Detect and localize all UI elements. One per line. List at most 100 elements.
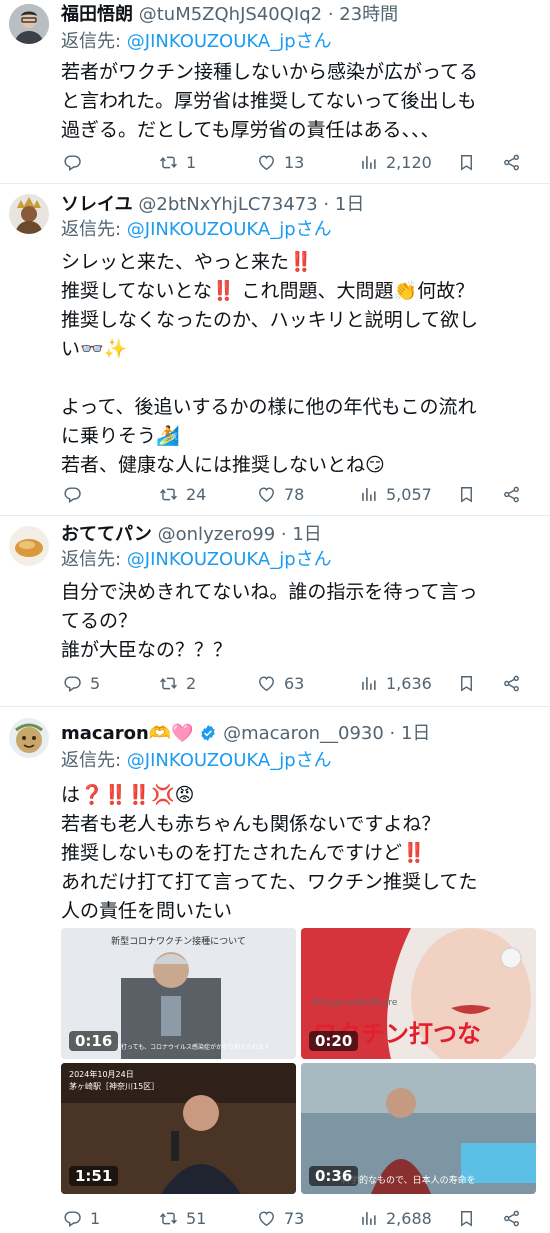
video-thumbnail[interactable]: 新型コロナワクチン接種について ワクチンを2回打っても、コロナウイルス感染症がか… xyxy=(61,928,296,1059)
views-icon xyxy=(359,485,378,504)
reply-icon xyxy=(63,153,82,172)
text-line: あれだけ打て打て言ってた、ワクチン推奨してた xyxy=(61,871,478,893)
reply-mention[interactable]: @JINKOUZOUKA_jpさん xyxy=(127,549,332,570)
reply-mention[interactable]: @JINKOUZOUKA_jpさん xyxy=(127,750,332,771)
share-button[interactable] xyxy=(502,147,521,177)
views-count: 2,688 xyxy=(386,1208,432,1228)
share-icon xyxy=(502,153,521,172)
timestamp[interactable]: 1日 xyxy=(292,524,321,545)
text-line: に乗りそう🏄 xyxy=(61,425,180,447)
tweet[interactable]: おててパン @onlyzero99 · 1日 返信先: @JINKOUZOUKA… xyxy=(0,516,550,706)
avatar[interactable] xyxy=(9,526,49,566)
action-bar: 5 2 63 1,636 xyxy=(61,668,531,698)
views-icon xyxy=(359,1209,378,1228)
views-button[interactable]: 2,688 xyxy=(359,1203,432,1233)
tweet-text: 自分で決めきれてないね。誰の指示を待って言っ てるの？ 誰が大臣なの？？？ xyxy=(61,578,541,665)
action-bar: 24 78 5,057 xyxy=(61,479,531,509)
display-name[interactable]: macaron🫶🩷 xyxy=(61,723,194,744)
text-line: 自分で決めきれてないね。誰の指示を待って言っ xyxy=(61,581,478,603)
retweet-button[interactable]: 2 xyxy=(159,668,196,698)
views-count: 2,120 xyxy=(386,152,432,172)
views-button[interactable]: 1,636 xyxy=(359,668,432,698)
action-bar: 1 51 73 2,688 xyxy=(61,1203,531,1233)
reply-context: 返信先: @JINKOUZOUKA_jpさん xyxy=(61,546,332,574)
text-line: 過ぎる。だとしても厚労省の責任はある、、、 xyxy=(61,119,440,141)
text-line: 若者がワクチン接種しないから感染が広がってる xyxy=(61,61,479,83)
like-button[interactable]: 63 xyxy=(257,668,304,698)
bookmark-button[interactable] xyxy=(457,668,476,698)
avatar[interactable] xyxy=(9,4,49,44)
reply-count: 1 xyxy=(90,1208,101,1228)
share-icon xyxy=(502,1209,521,1228)
views-count: 1,636 xyxy=(386,673,432,693)
tweet[interactable]: ソレイユ @2btNxYhjLC73473 · 1日 返信先: @JINKOUZ… xyxy=(0,184,550,515)
video-thumbnail[interactable]: 2024年10月24日 茅ヶ崎駅［神奈川15区］ 1:51 xyxy=(61,1063,296,1194)
retweet-count: 51 xyxy=(186,1208,207,1228)
share-button[interactable] xyxy=(502,668,521,698)
display-name[interactable]: 福田悟朗 xyxy=(61,4,133,25)
reply-count: 5 xyxy=(90,673,101,693)
like-icon xyxy=(257,1209,276,1228)
reply-button[interactable]: 5 xyxy=(63,668,100,698)
tweet-header: 福田悟朗 @tuM5ZQhJS40QIq2 · 23時間 xyxy=(61,4,399,25)
video-duration: 0:20 xyxy=(309,1031,359,1051)
retweet-count: 24 xyxy=(186,484,207,504)
timestamp[interactable]: 1日 xyxy=(401,723,430,744)
like-button[interactable]: 73 xyxy=(257,1203,304,1233)
handle[interactable]: @2btNxYhjLC73473 xyxy=(138,194,317,215)
bookmark-icon xyxy=(457,153,476,172)
video-place: 茅ヶ崎駅［神奈川15区］ xyxy=(69,1082,160,1091)
tweet-header: macaron🫶🩷 @macaron__0930 · 1日 xyxy=(61,723,431,744)
views-button[interactable]: 2,120 xyxy=(359,147,432,177)
views-icon xyxy=(359,674,378,693)
reply-button[interactable] xyxy=(63,147,90,177)
video-duration: 1:51 xyxy=(69,1166,119,1186)
tweet[interactable]: 福田悟朗 @tuM5ZQhJS40QIq2 · 23時間 返信先: @JINKO… xyxy=(0,0,550,183)
like-count: 78 xyxy=(284,484,305,504)
tweet-text: シレッと来た、やっと来た‼️ 推奨してないとな‼️ これ問題、大問題👏何故？ 推… xyxy=(61,248,541,480)
text-line xyxy=(61,364,541,393)
share-icon xyxy=(502,485,521,504)
text-line: は❓‼️‼️💢😡 xyxy=(61,784,195,806)
text-line: 推奨しないものを打たされたんですけど‼️ xyxy=(61,842,426,864)
timestamp[interactable]: 1日 xyxy=(335,194,364,215)
reply-mention[interactable]: @JINKOUZOUKA_jpさん xyxy=(127,219,332,240)
reply-button[interactable] xyxy=(63,479,90,509)
like-icon xyxy=(257,153,276,172)
tweet-text: 若者がワクチン接種しないから感染が広がってる と言われた。厚労省は推奨してないっ… xyxy=(61,58,541,145)
avatar[interactable] xyxy=(9,194,49,234)
like-button[interactable]: 78 xyxy=(257,479,304,509)
tweet[interactable]: macaron🫶🩷 @macaron__0930 · 1日 返信先: @JINK… xyxy=(0,707,550,1230)
handle[interactable]: @onlyzero99 xyxy=(158,524,276,545)
like-count: 13 xyxy=(284,152,305,172)
display-name[interactable]: ソレイユ xyxy=(61,194,133,215)
text-line: 人の責任を問いたい xyxy=(61,900,233,922)
retweet-button[interactable]: 24 xyxy=(159,479,206,509)
like-icon xyxy=(257,485,276,504)
handle[interactable]: @tuM5ZQhJS40QIq2 xyxy=(139,4,322,25)
bookmark-icon xyxy=(457,485,476,504)
share-button[interactable] xyxy=(502,479,521,509)
handle[interactable]: @macaron__0930 xyxy=(223,723,384,744)
display-name[interactable]: おててパン xyxy=(61,524,152,545)
video-thumbnail[interactable]: #longcovidselfcare ワクチン打つな 0:20 xyxy=(301,928,536,1059)
reply-button[interactable]: 1 xyxy=(63,1203,100,1233)
timestamp[interactable]: 23時間 xyxy=(339,4,398,25)
reply-mention[interactable]: @JINKOUZOUKA_jpさん xyxy=(127,31,332,52)
video-thumbnail[interactable]: 科学的なもので、日本人の寿命を 0:36 xyxy=(301,1063,536,1194)
retweet-button[interactable]: 1 xyxy=(159,147,196,177)
tweet-text: は❓‼️‼️💢😡 若者も老人も赤ちゃんも関係ないですよね？ 推奨しないものを打た… xyxy=(61,781,541,926)
avatar[interactable] xyxy=(9,718,49,758)
views-button[interactable]: 5,057 xyxy=(359,479,432,509)
like-button[interactable]: 13 xyxy=(257,147,304,177)
text-line: 若者、健康な人には推奨しないとね😏 xyxy=(61,454,385,476)
bookmark-button[interactable] xyxy=(457,1203,476,1233)
retweet-icon xyxy=(159,1209,178,1228)
text-line: てるの？ xyxy=(61,610,138,632)
reply-prefix: 返信先: xyxy=(61,219,127,240)
retweet-button[interactable]: 51 xyxy=(159,1203,206,1233)
bookmark-icon xyxy=(457,1209,476,1228)
bookmark-button[interactable] xyxy=(457,147,476,177)
share-button[interactable] xyxy=(502,1203,521,1233)
bookmark-button[interactable] xyxy=(457,479,476,509)
